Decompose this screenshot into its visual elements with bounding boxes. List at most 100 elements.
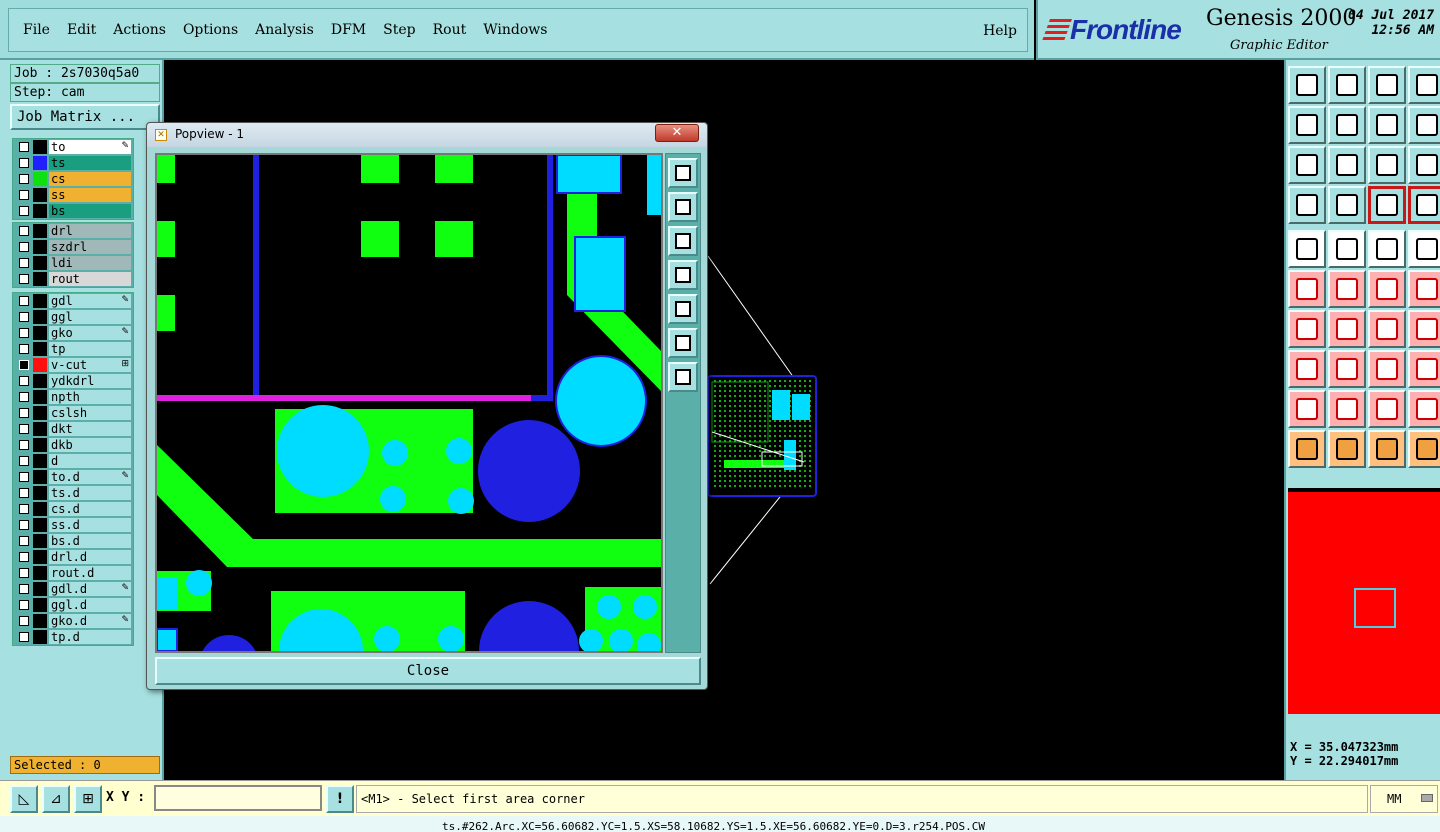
tool-button-r9-c2[interactable] <box>1328 390 1366 428</box>
layer-checkbox[interactable] <box>19 584 29 594</box>
minimap[interactable] <box>1288 488 1440 714</box>
layer-row-ts[interactable]: ts <box>13 155 133 171</box>
job-matrix-button[interactable]: Job Matrix ... <box>10 104 160 130</box>
snap-grid-button[interactable]: ⊿ <box>42 785 70 813</box>
menu-analysis[interactable]: Analysis <box>255 22 314 38</box>
tool-button-r5-c1[interactable] <box>1288 230 1326 268</box>
layer-row-v-cut[interactable]: v-cut ⊞ <box>13 357 133 373</box>
tool-button-r2-c4[interactable] <box>1408 106 1440 144</box>
layer-row-rout-d[interactable]: rout.d <box>13 565 133 581</box>
layer-checkbox[interactable] <box>19 376 29 386</box>
layer-checkbox[interactable] <box>19 344 29 354</box>
menu-step[interactable]: Step <box>383 22 415 38</box>
menu-help[interactable]: Help <box>983 23 1017 39</box>
layer-checkbox[interactable] <box>19 488 29 498</box>
layer-checkbox[interactable] <box>19 360 29 370</box>
tool-button-r9-c4[interactable] <box>1408 390 1440 428</box>
layer-checkbox[interactable] <box>19 504 29 514</box>
popview-pan-right-button[interactable] <box>668 294 698 324</box>
tool-button-r8-c2[interactable] <box>1328 350 1366 388</box>
menu-dfm[interactable]: DFM <box>331 22 366 38</box>
layer-checkbox[interactable] <box>19 190 29 200</box>
layer-checkbox[interactable] <box>19 424 29 434</box>
layer-checkbox[interactable] <box>19 258 29 268</box>
popview-zoom-in-button[interactable] <box>668 362 698 392</box>
layer-row-to[interactable]: to ✎ <box>13 139 133 155</box>
tool-button-r5-c3[interactable] <box>1368 230 1406 268</box>
layer-row-cs-d[interactable]: cs.d <box>13 501 133 517</box>
popview-zoom-home-button[interactable] <box>668 158 698 188</box>
tool-button-r5-c2[interactable] <box>1328 230 1366 268</box>
menu-edit[interactable]: Edit <box>67 22 96 38</box>
popview-zoom-area[interactable] <box>155 153 663 653</box>
layer-checkbox[interactable] <box>19 552 29 562</box>
layer-row-gko-d[interactable]: gko.d ✎ <box>13 613 133 629</box>
layer-row-drl-d[interactable]: drl.d <box>13 549 133 565</box>
tool-button-r10-c4[interactable] <box>1408 430 1440 468</box>
window-close-button[interactable]: ✕ <box>655 124 699 142</box>
info-button[interactable]: ! <box>326 785 354 813</box>
tool-button-r5-c4[interactable] <box>1408 230 1440 268</box>
layer-checkbox[interactable] <box>19 392 29 402</box>
layer-row-ydkdrl[interactable]: ydkdrl <box>13 373 133 389</box>
menu-rout[interactable]: Rout <box>433 22 467 38</box>
layer-checkbox[interactable] <box>19 242 29 252</box>
tool-button-r4-c2[interactable] <box>1328 186 1366 224</box>
grid-toggle-button[interactable]: ⊞ <box>74 785 102 813</box>
tool-button-r8-c1[interactable] <box>1288 350 1326 388</box>
popview-pan-up-button[interactable] <box>668 192 698 222</box>
layer-row-drl[interactable]: drl <box>13 223 133 239</box>
layer-row-ggl[interactable]: ggl <box>13 309 133 325</box>
layer-row-npth[interactable]: npth <box>13 389 133 405</box>
tool-button-r10-c3[interactable] <box>1368 430 1406 468</box>
popview-titlebar[interactable]: ✕ Popview - 1 ✕ <box>147 123 707 147</box>
tool-button-r3-c2[interactable] <box>1328 146 1366 184</box>
units-select[interactable]: MM <box>1370 785 1438 813</box>
layer-checkbox[interactable] <box>19 158 29 168</box>
layer-checkbox[interactable] <box>19 568 29 578</box>
tool-button-r7-c3[interactable] <box>1368 310 1406 348</box>
tool-button-r7-c1[interactable] <box>1288 310 1326 348</box>
tool-button-r7-c4[interactable] <box>1408 310 1440 348</box>
layer-row-cslsh[interactable]: cslsh <box>13 405 133 421</box>
menu-windows[interactable]: Windows <box>483 22 547 38</box>
layer-checkbox[interactable] <box>19 472 29 482</box>
tool-button-r3-c1[interactable] <box>1288 146 1326 184</box>
tool-button-r9-c3[interactable] <box>1368 390 1406 428</box>
layer-checkbox[interactable] <box>19 142 29 152</box>
layer-row-gko[interactable]: gko ✎ <box>13 325 133 341</box>
layer-row-gdl-d[interactable]: gdl.d ✎ <box>13 581 133 597</box>
layer-row-d[interactable]: d <box>13 453 133 469</box>
layer-row-ldi[interactable]: ldi <box>13 255 133 271</box>
tool-button-r1-c4[interactable] <box>1408 66 1440 104</box>
layer-checkbox[interactable] <box>19 632 29 642</box>
tool-button-r3-c3[interactable] <box>1368 146 1406 184</box>
layer-row-gdl[interactable]: gdl ✎ <box>13 293 133 309</box>
tool-button-r10-c1[interactable] <box>1288 430 1326 468</box>
tool-button-r4-c3[interactable] <box>1368 186 1406 224</box>
tool-button-r9-c1[interactable] <box>1288 390 1326 428</box>
tool-button-r4-c4[interactable] <box>1408 186 1440 224</box>
layer-checkbox[interactable] <box>19 440 29 450</box>
popview-zoom-out-button[interactable] <box>668 328 698 358</box>
popview-pan-left-button[interactable] <box>668 260 698 290</box>
tool-button-r10-c2[interactable] <box>1328 430 1366 468</box>
menu-file[interactable]: File <box>23 22 50 38</box>
tool-button-r6-c4[interactable] <box>1408 270 1440 308</box>
menu-actions[interactable]: Actions <box>113 22 166 38</box>
tool-button-r7-c2[interactable] <box>1328 310 1366 348</box>
layer-row-bs[interactable]: bs <box>13 203 133 219</box>
layer-row-ggl-d[interactable]: ggl.d <box>13 597 133 613</box>
layer-checkbox[interactable] <box>19 536 29 546</box>
popview-pan-down-button[interactable] <box>668 226 698 256</box>
tool-button-r6-c2[interactable] <box>1328 270 1366 308</box>
layer-checkbox[interactable] <box>19 616 29 626</box>
tool-button-r1-c2[interactable] <box>1328 66 1366 104</box>
tool-button-r8-c3[interactable] <box>1368 350 1406 388</box>
layer-checkbox[interactable] <box>19 296 29 306</box>
layer-row-szdrl[interactable]: szdrl <box>13 239 133 255</box>
layer-row-tp-d[interactable]: tp.d <box>13 629 133 645</box>
layer-checkbox[interactable] <box>19 226 29 236</box>
layer-row-tp[interactable]: tp <box>13 341 133 357</box>
popview-close-button[interactable]: Close <box>155 657 701 685</box>
